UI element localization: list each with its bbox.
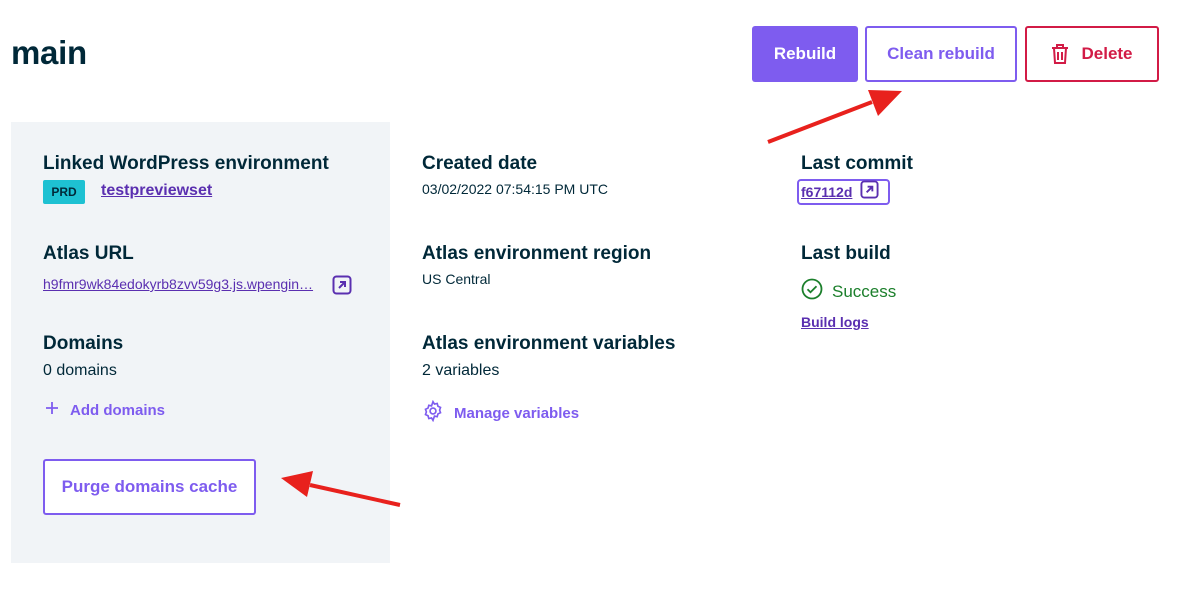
annotation-arrows <box>281 90 902 507</box>
arrow-to-clean-rebuild <box>767 90 902 144</box>
page: main Rebuild Clean rebuild Delete Linked… <box>0 0 1182 595</box>
arrow-to-purge-cache <box>281 471 401 507</box>
